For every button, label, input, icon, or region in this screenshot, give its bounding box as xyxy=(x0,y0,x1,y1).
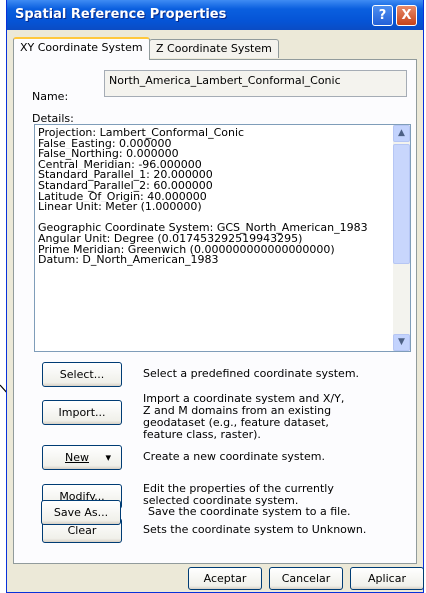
tab-panel: Name: North_America_Lambert_Conformal_Co… xyxy=(13,59,417,564)
clear-description: Sets the coordinate system to Unknown. xyxy=(143,523,367,536)
details-line: Linear Unit: Meter (1.000000) xyxy=(38,202,202,213)
details-line: Datum: D_North_American_1983 xyxy=(38,255,219,266)
import-description: Import a coordinate system and X/Y, Z an… xyxy=(143,392,345,441)
save-as-description: Save the coordinate system to a file. xyxy=(148,505,351,518)
details-line: False_Northing: 0.000000 xyxy=(38,149,179,160)
details-line: Angular Unit: Degree (0.0174532925199432… xyxy=(38,233,303,245)
details-line: Standard_Parallel_2: 60.000000 xyxy=(38,180,213,192)
tab-xy-coordinate-system[interactable]: XY Coordinate System xyxy=(13,37,150,60)
dialog-window: Spatial Reference Properties ? X XY Coor… xyxy=(6,0,424,593)
details-line: Prime Meridian: Greenwich (0.00000000000… xyxy=(38,244,335,256)
details-line: Central_Meridian: -96.000000 xyxy=(38,159,202,171)
details-line: False_Easting: 0.000000 xyxy=(38,138,172,150)
name-field: North_America_Lambert_Conformal_Conic xyxy=(104,70,407,97)
details-line: Standard_Parallel_1: 20.000000 xyxy=(38,170,213,181)
import-button[interactable]: Import... xyxy=(42,400,122,425)
details-scrollbar[interactable]: ▲ ▼ xyxy=(393,125,410,351)
tab-z-coordinate-system[interactable]: Z Coordinate System xyxy=(149,39,279,58)
new-description: Create a new coordinate system. xyxy=(143,450,325,463)
new-button-label: New xyxy=(65,451,89,464)
new-button[interactable]: New ▾ xyxy=(42,445,122,470)
details-line xyxy=(38,213,390,224)
modify-description: Edit the properties of the currently sel… xyxy=(143,482,334,507)
select-button[interactable]: Select... xyxy=(42,362,122,387)
ok-button[interactable]: Aceptar xyxy=(188,567,262,590)
details-textbox[interactable]: Projection: Lambert_Conformal_Conic False… xyxy=(34,124,411,352)
select-description: Select a predefined coordinate system. xyxy=(143,367,360,380)
scrollbar-thumb[interactable] xyxy=(393,144,410,264)
details-line: Latitude_Of_Origin: 40.000000 xyxy=(38,191,207,203)
scroll-down-arrow-icon[interactable]: ▼ xyxy=(393,334,410,351)
cancel-button[interactable]: Cancelar xyxy=(269,567,343,590)
chevron-down-icon: ▾ xyxy=(105,451,111,464)
details-line: Projection: Lambert_Conformal_Conic xyxy=(38,128,245,139)
save-as-button[interactable]: Save As... xyxy=(41,500,121,525)
name-label: Name: xyxy=(32,90,69,103)
help-button[interactable]: ? xyxy=(372,5,393,26)
details-line: Geographic Coordinate System: GCS_North_… xyxy=(38,223,368,234)
dialog-title: Spatial Reference Properties xyxy=(15,7,227,22)
details-content: Projection: Lambert_Conformal_Conic False… xyxy=(38,128,390,266)
scroll-up-arrow-icon[interactable]: ▲ xyxy=(393,125,410,142)
title-bar: Spatial Reference Properties ? X xyxy=(7,0,423,30)
close-button[interactable]: X xyxy=(396,5,417,26)
apply-button[interactable]: Aplicar xyxy=(350,567,424,590)
